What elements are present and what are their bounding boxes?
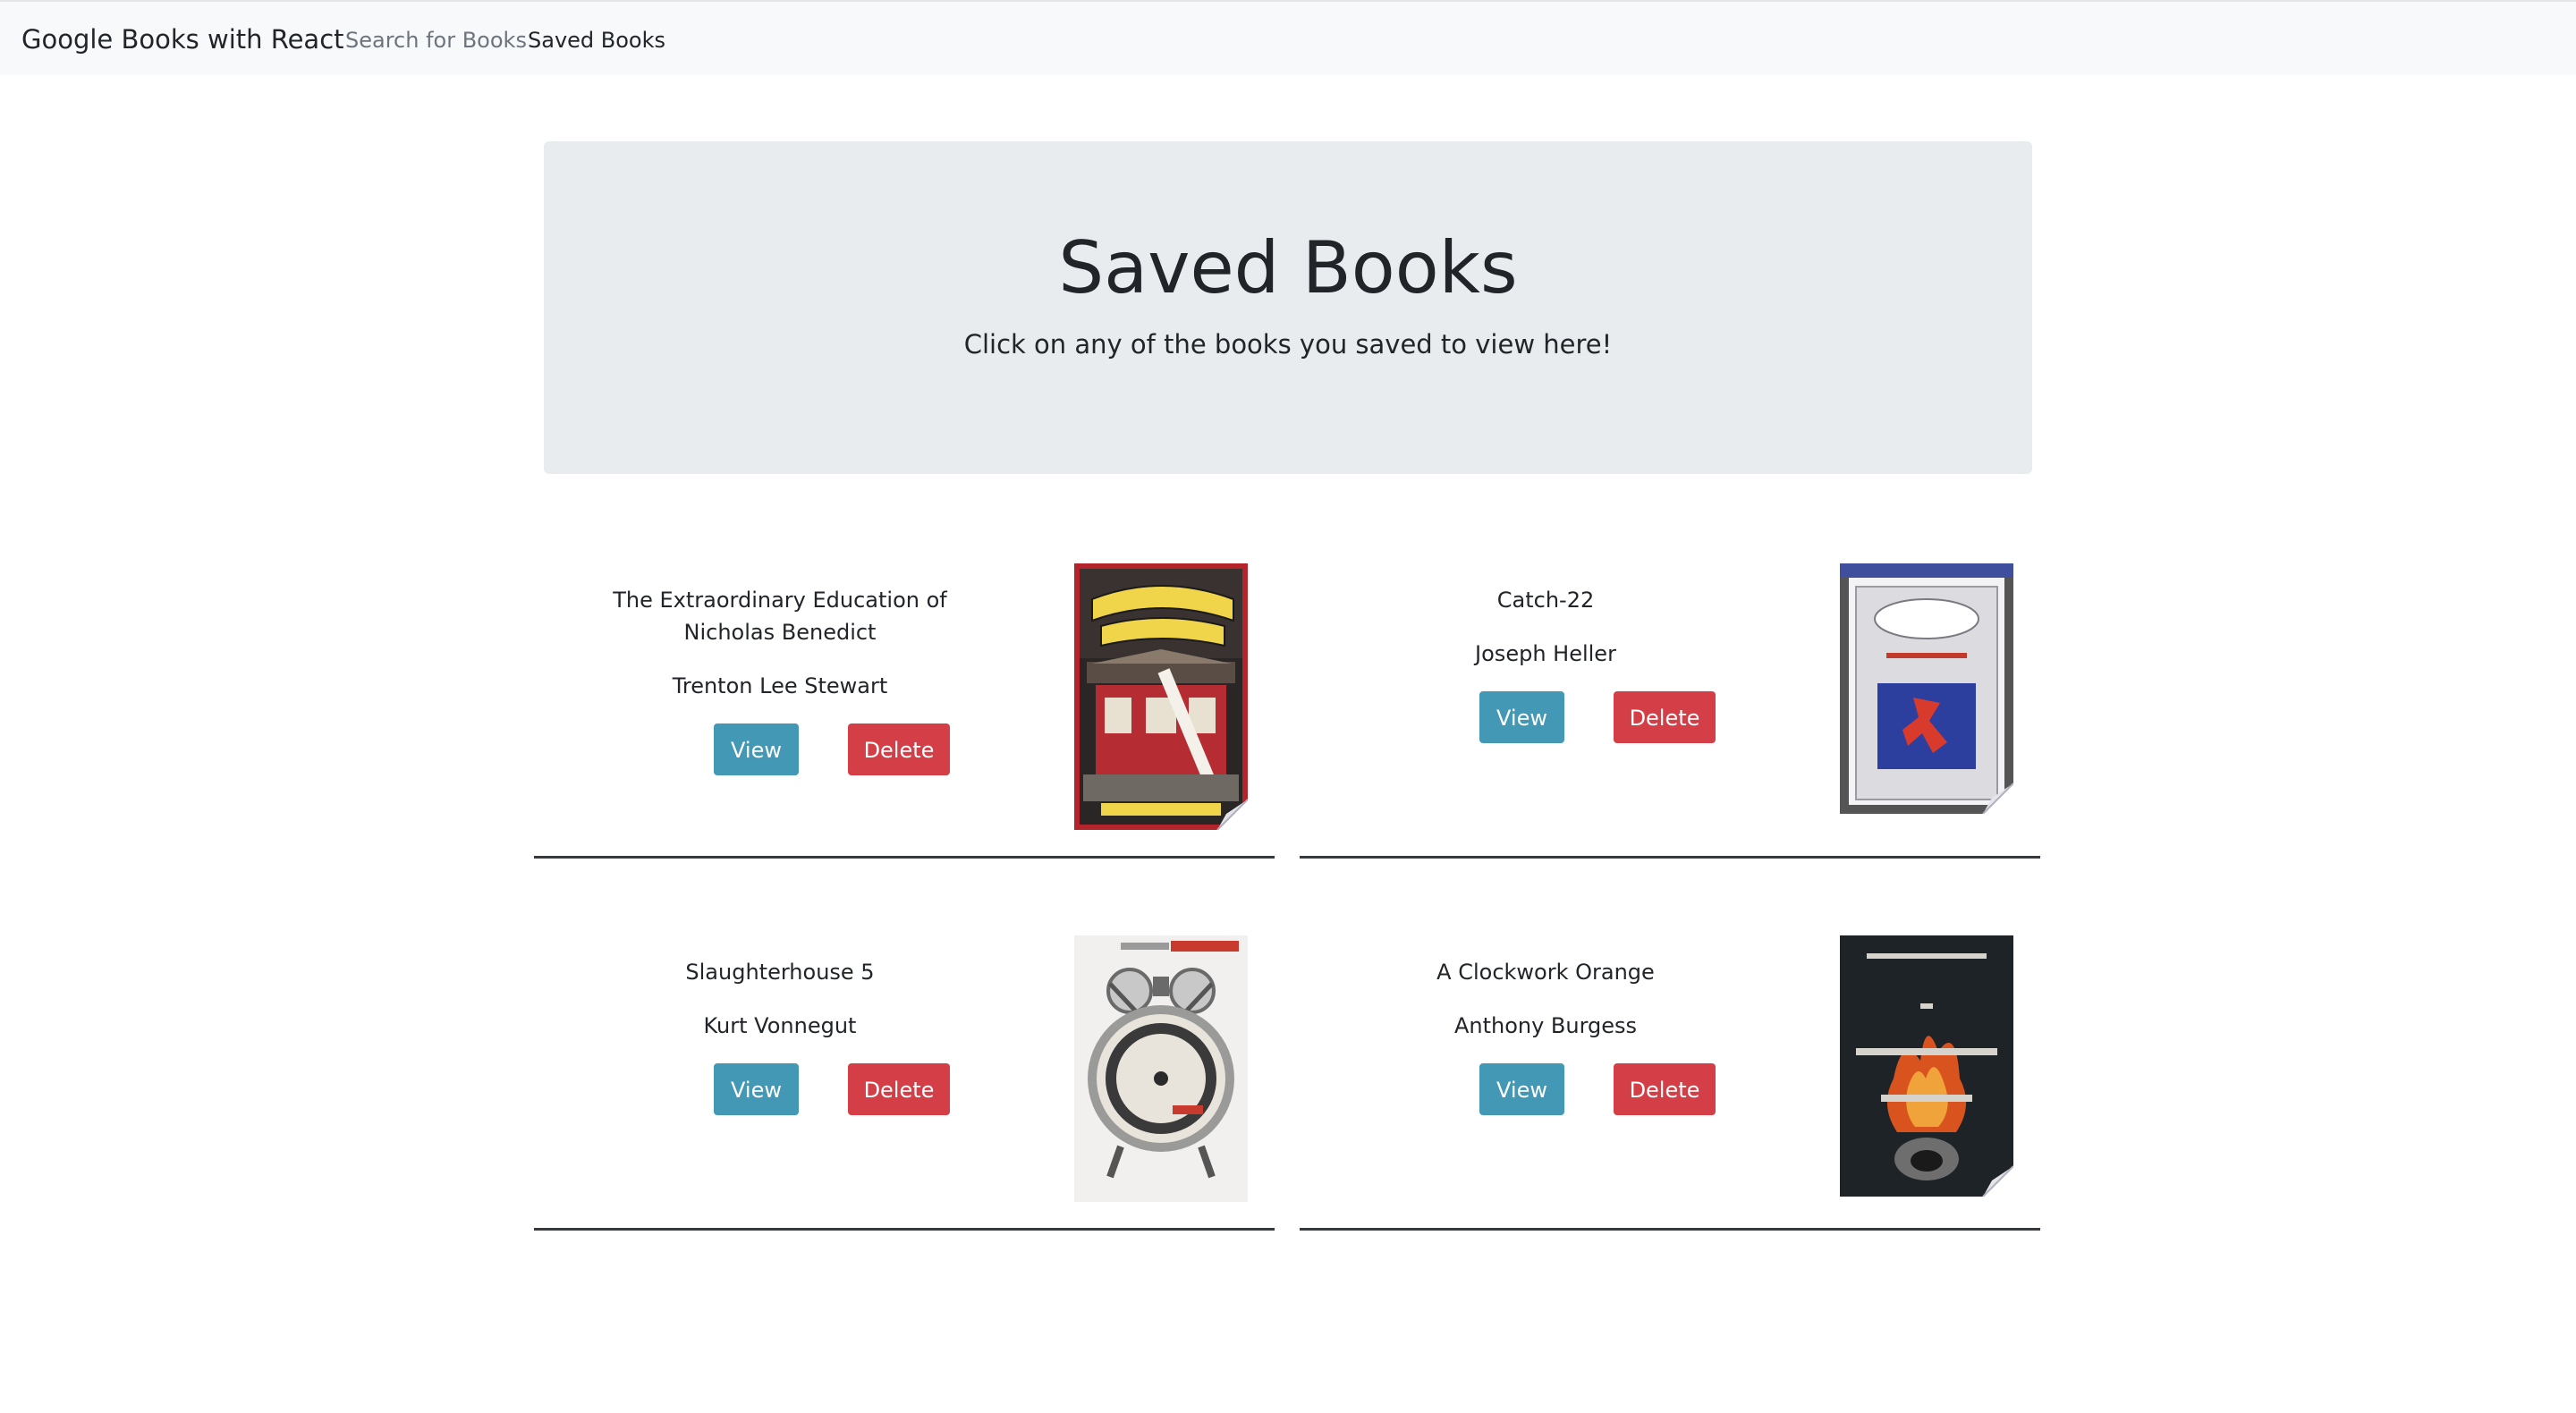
navbar: Google Books with React Search for Books…	[0, 0, 2576, 75]
book-cover-image	[1840, 935, 2013, 1197]
book-card: Slaughterhouse 5 Kurt Vonnegut View Dele…	[534, 935, 1275, 1231]
book-actions: View Delete	[570, 1063, 990, 1115]
view-button[interactable]: View	[714, 1063, 799, 1115]
nav-link-search-for-books[interactable]: Search for Books	[345, 27, 527, 54]
nav-link-saved-books[interactable]: Saved Books	[528, 27, 665, 54]
book-actions: View Delete	[1335, 691, 1756, 743]
page-subtitle: Click on any of the books you saved to v…	[963, 329, 1613, 360]
view-button[interactable]: View	[714, 723, 799, 775]
book-card: Catch-22 Joseph Heller View Delete	[1300, 563, 2040, 859]
book-info: The Extraordinary Education of Nicholas …	[570, 584, 990, 775]
jumbotron: Saved Books Click on any of the books yo…	[544, 141, 2032, 474]
book-card: The Extraordinary Education of Nicholas …	[534, 563, 1275, 859]
book-actions: View Delete	[1335, 1063, 1756, 1115]
book-author: Kurt Vonnegut	[703, 1013, 857, 1038]
view-button[interactable]: View	[1479, 691, 1564, 743]
book-author: Trenton Lee Stewart	[672, 673, 888, 698]
book-cover-image	[1074, 563, 1248, 830]
book-title: A Clockwork Orange	[1436, 960, 1655, 985]
book-title: The Extraordinary Education of Nicholas …	[613, 588, 947, 645]
page-title: Saved Books	[1058, 226, 1518, 309]
book-title: Catch-22	[1496, 588, 1595, 613]
book-title: Slaughterhouse 5	[685, 960, 875, 985]
book-actions: View Delete	[570, 723, 990, 775]
book-cover-image	[1074, 935, 1248, 1202]
book-author: Anthony Burgess	[1453, 1013, 1638, 1038]
book-info: Slaughterhouse 5 Kurt Vonnegut View Dele…	[570, 956, 990, 1115]
delete-button[interactable]: Delete	[1614, 691, 1716, 743]
delete-button[interactable]: Delete	[1614, 1063, 1716, 1115]
delete-button[interactable]: Delete	[848, 723, 950, 775]
view-button[interactable]: View	[1479, 1063, 1564, 1115]
book-card: A Clockwork Orange Anthony Burgess View …	[1300, 935, 2040, 1231]
book-info: A Clockwork Orange Anthony Burgess View …	[1335, 956, 1756, 1115]
book-author: Joseph Heller	[1475, 641, 1616, 666]
delete-button[interactable]: Delete	[848, 1063, 950, 1115]
book-cover-image	[1840, 563, 2013, 814]
book-info: Catch-22 Joseph Heller View Delete	[1335, 584, 1756, 743]
navbar-brand[interactable]: Google Books with React	[21, 23, 344, 55]
